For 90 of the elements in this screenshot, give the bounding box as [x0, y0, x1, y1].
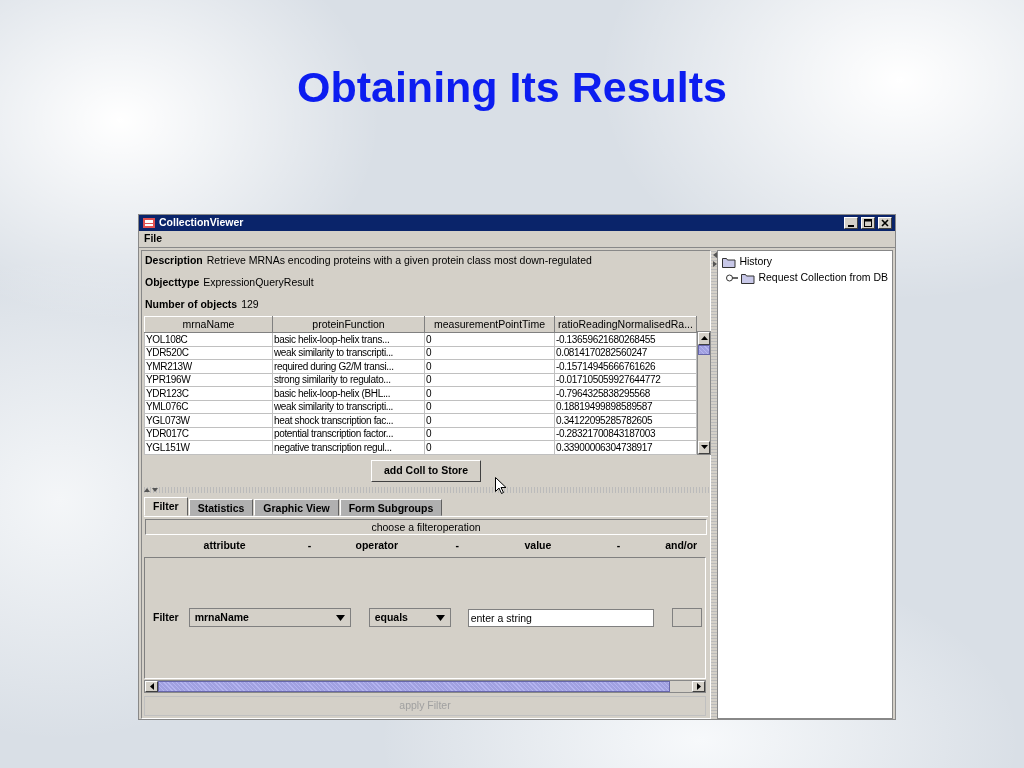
table-cell: YGL151W	[144, 440, 273, 455]
slide-title: Obtaining Its Results	[295, 62, 728, 113]
field-value: Retrieve MRNAs encoding proteins with a given protein class most down-regulated	[206, 253, 592, 269]
tab[interactable]: Statistics	[188, 498, 254, 516]
field-label: Objecttype	[145, 275, 200, 291]
arrow-right-icon[interactable]	[696, 682, 701, 690]
tree-handle-icon[interactable]	[726, 272, 739, 283]
column-header: value	[523, 537, 553, 553]
table-cell: basic helix-loop-helix (BHL...	[272, 386, 425, 401]
column-header: and/or	[664, 537, 699, 553]
table-cell: -0.7964325838295568	[554, 386, 697, 401]
table-cell: 0	[424, 440, 555, 455]
tree-item[interactable]: Request Collection from DB	[758, 269, 888, 286]
scroll-down-button[interactable]	[698, 440, 710, 454]
table-cell: YGL073W	[144, 413, 273, 428]
and-or-dropdown[interactable]	[671, 608, 702, 627]
table-cell: YOL108C	[144, 332, 273, 347]
column-header[interactable]: measurementPointTime	[424, 316, 555, 333]
field-value: 129	[241, 296, 259, 312]
column-header[interactable]: mrnaName	[144, 316, 273, 333]
arrow-left-icon[interactable]	[149, 682, 154, 690]
table-cell: weak similarity to transcripti...	[272, 400, 425, 414]
folder-icon	[741, 271, 756, 284]
table-cell: required during G2/M transi...	[272, 359, 425, 374]
table-cell: -0.15714945666761626	[554, 359, 697, 374]
table-cell: 0	[424, 386, 555, 401]
horizontal-scrollbar[interactable]	[144, 679, 706, 693]
table-cell: potential transcription factor...	[272, 427, 425, 441]
table-cell: YDR520C	[144, 346, 273, 360]
table-cell: -0.13659621680268455	[554, 332, 697, 347]
table-cell: 0.33900006304738917	[554, 440, 697, 455]
column-header[interactable]: ratioReadingNormalisedRa...	[554, 316, 697, 333]
table-cell: 0	[424, 346, 555, 360]
table-cell: YDR017C	[144, 427, 273, 441]
column-header: -	[454, 537, 461, 553]
split-arrows-icon[interactable]	[712, 251, 717, 268]
scroll-up-button[interactable]	[698, 331, 710, 345]
table-cell: 0.0814170282560247	[554, 346, 697, 360]
table-cell: basic helix-loop-helix trans...	[272, 332, 425, 347]
field-label: Number of objects	[145, 296, 238, 312]
scroll-left-button[interactable]	[145, 680, 158, 692]
add-button[interactable]: add Coll to Store	[371, 459, 481, 482]
app-icon	[142, 215, 156, 230]
split-arrows-icon[interactable]	[144, 487, 160, 492]
column-header: -	[615, 537, 622, 553]
table-cell: 0	[424, 427, 555, 441]
menu-item[interactable]: File	[144, 230, 163, 247]
operator-dropdown[interactable]: equals	[368, 608, 451, 627]
table-cell: weak similarity to transcripti...	[272, 346, 425, 360]
field-label: Description	[145, 253, 203, 269]
table-cell: -0.28321700843187003	[554, 427, 697, 441]
folder-icon	[722, 255, 737, 268]
dropdown-arrow-icon	[435, 614, 445, 621]
scroll-thumb[interactable]	[158, 680, 670, 692]
table-cell: YMR213W	[144, 359, 273, 374]
table-cell: heat shock transcription fac...	[272, 413, 425, 428]
table-cell: 0	[424, 413, 555, 428]
table-cell: negative transcription regul...	[272, 440, 425, 455]
table-cell: 0.18819499898589587	[554, 400, 697, 414]
dropdown-arrow-icon	[335, 614, 345, 621]
vertical-scrollbar[interactable]	[697, 330, 711, 455]
column-header[interactable]: proteinFunction	[272, 316, 425, 333]
attribute-dropdown[interactable]: mrnaName	[188, 608, 351, 627]
table-cell: YPR196W	[144, 373, 273, 387]
arrow-up-icon[interactable]	[700, 336, 708, 341]
tab[interactable]: Graphic View	[254, 498, 339, 516]
hint-bar: choose a filteroperation	[145, 518, 707, 535]
column-header: attribute	[202, 537, 247, 553]
table-cell: 0.34122095285782605	[554, 413, 697, 428]
tab[interactable]: Filter	[144, 496, 188, 516]
column-header: operator	[354, 537, 400, 553]
table-cell: 0	[424, 400, 555, 414]
column-header: -	[306, 537, 313, 553]
tab[interactable]: Form Subgroups	[339, 498, 443, 516]
filter-label: Filter	[153, 609, 179, 625]
scroll-right-button[interactable]	[692, 680, 705, 692]
tree-item[interactable]: History	[739, 253, 773, 270]
cursor-icon	[495, 477, 507, 494]
table-cell: -0.017105059927644772	[554, 373, 697, 387]
table-cell: 0	[424, 373, 555, 387]
field-value: ExpressionQueryResult	[203, 275, 314, 291]
table-cell: 0	[424, 359, 555, 374]
window-title: CollectionViewer	[159, 215, 245, 230]
table-cell: strong similarity to regulato...	[272, 373, 425, 387]
table-cell: YDR123C	[144, 386, 273, 401]
arrow-down-icon[interactable]	[700, 445, 708, 450]
table-cell: 0	[424, 332, 555, 347]
table-cell: YML076C	[144, 400, 273, 414]
value-field[interactable]: enter a string	[467, 608, 654, 627]
scroll-thumb[interactable]	[698, 344, 710, 355]
